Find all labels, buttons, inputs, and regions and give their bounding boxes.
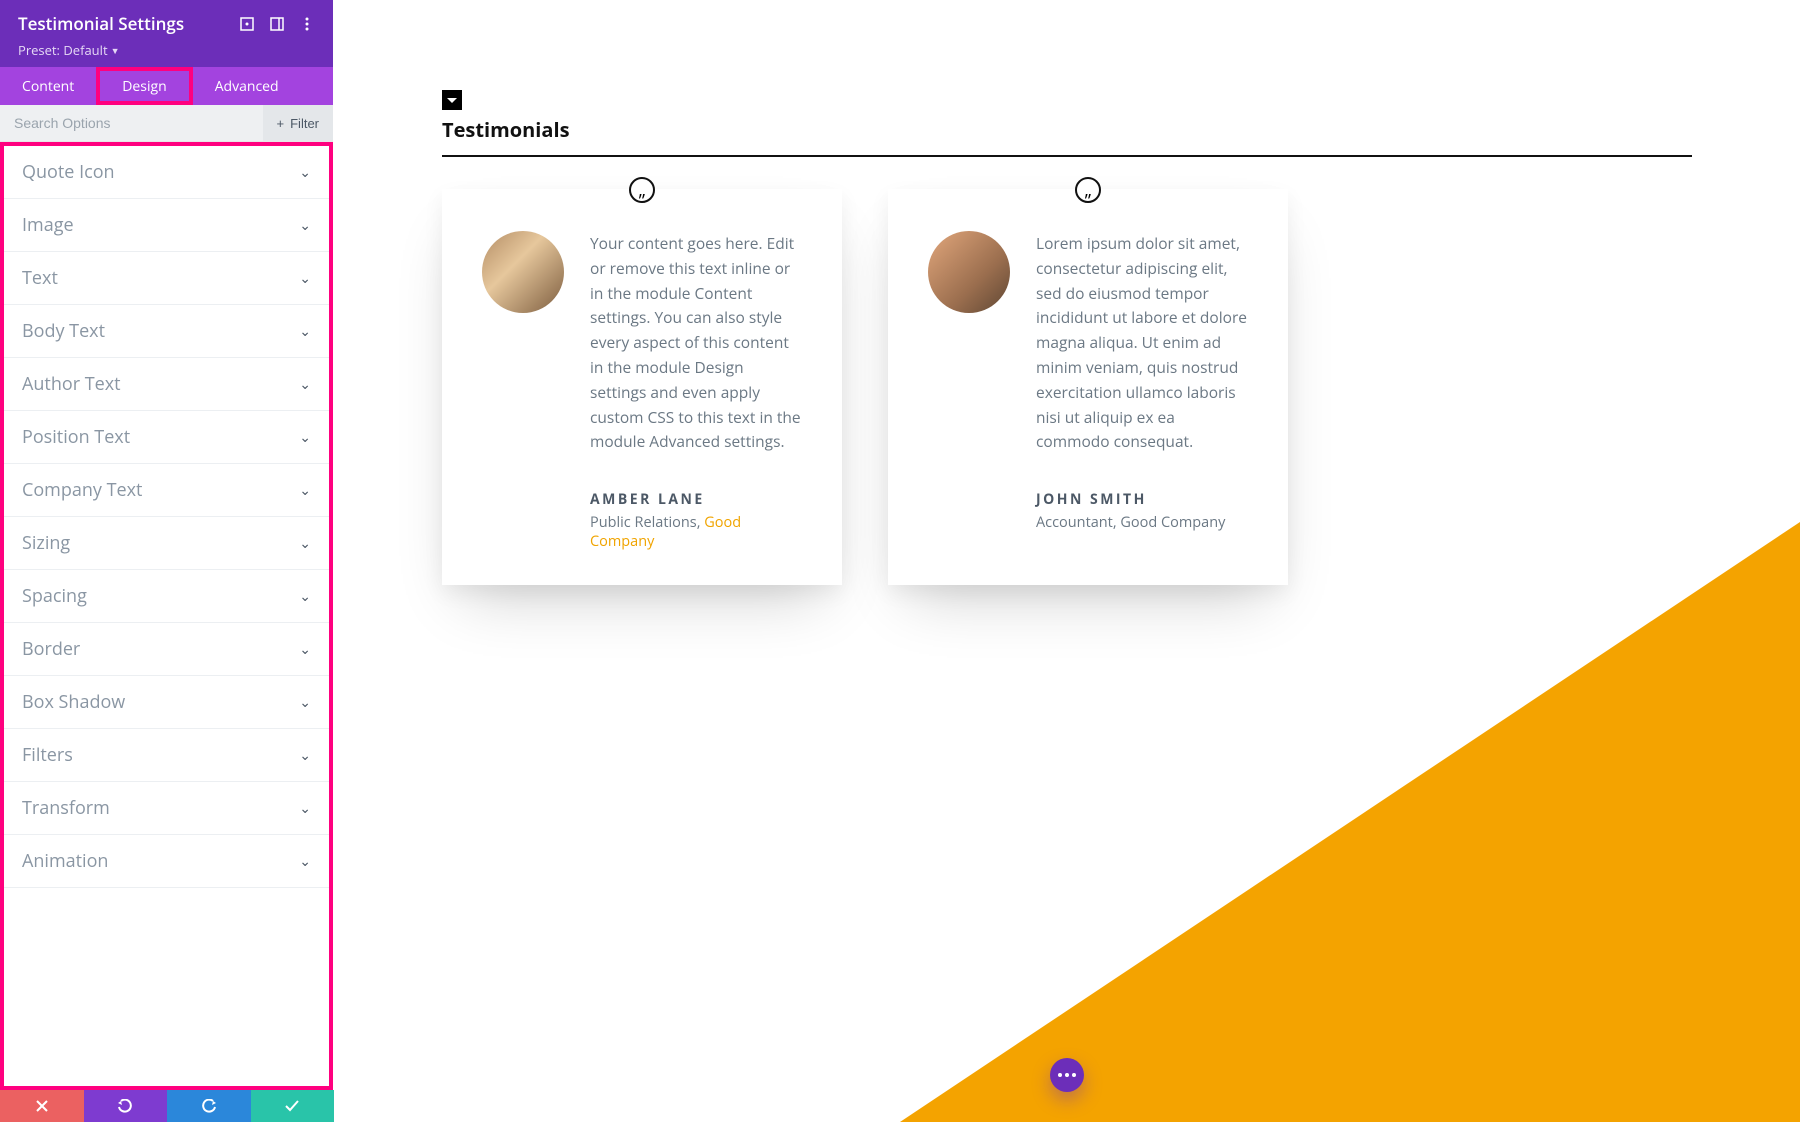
chevron-down-icon: ⌄	[299, 216, 311, 235]
testimonial-text[interactable]: Your content goes here. Edit or remove t…	[590, 231, 802, 454]
wireframe-icon[interactable]	[269, 16, 285, 32]
section-transform[interactable]: Transform⌄	[4, 782, 329, 835]
section-animation[interactable]: Animation⌄	[4, 835, 329, 888]
section-sizing[interactable]: Sizing⌄	[4, 517, 329, 570]
filter-label: Filter	[290, 116, 319, 131]
preview-area: Testimonials „ Your content goes here. E…	[334, 0, 1800, 1122]
floating-module-button[interactable]	[1050, 1058, 1084, 1092]
design-sections-list: Quote Icon⌄ Image⌄ Text⌄ Body Text⌄ Auth…	[0, 142, 333, 1090]
header-icons	[239, 16, 315, 32]
avatar	[482, 231, 564, 313]
section-body-text[interactable]: Body Text⌄	[4, 305, 329, 358]
preset-selector[interactable]: Preset: Default ▼	[18, 41, 315, 59]
chevron-down-icon: ⌄	[299, 799, 311, 818]
chevron-down-icon: ⌄	[299, 375, 311, 394]
panel-title: Testimonial Settings	[18, 12, 184, 35]
section-image[interactable]: Image⌄	[4, 199, 329, 252]
testimonial-position: Accountant	[1036, 513, 1113, 532]
testimonial-text[interactable]: Lorem ipsum dolor sit amet, consectetur …	[1036, 231, 1248, 454]
preview-section-title: Testimonials	[442, 116, 1692, 157]
chevron-down-icon: ⌄	[299, 269, 311, 288]
testimonial-author: AMBER LANE	[590, 490, 802, 509]
section-text[interactable]: Text⌄	[4, 252, 329, 305]
section-position-text[interactable]: Position Text⌄	[4, 411, 329, 464]
tab-advanced[interactable]: Advanced	[193, 67, 301, 105]
chevron-down-icon: ⌄	[299, 163, 311, 182]
cancel-button[interactable]	[0, 1090, 84, 1122]
chevron-down-icon: ⌄	[299, 640, 311, 659]
background-shape	[900, 522, 1800, 1122]
section-spacing[interactable]: Spacing⌄	[4, 570, 329, 623]
section-quote-icon[interactable]: Quote Icon⌄	[4, 146, 329, 199]
preset-label: Preset: Default	[18, 41, 108, 59]
testimonial-meta: Accountant, Good Company	[1036, 513, 1248, 532]
testimonial-company: Good Company	[1120, 513, 1225, 532]
testimonial-card[interactable]: „ Your content goes here. Edit or remove…	[442, 189, 842, 585]
search-input[interactable]	[0, 105, 263, 141]
redo-button[interactable]	[167, 1090, 251, 1122]
chevron-down-icon: ⌄	[299, 852, 311, 871]
section-border[interactable]: Border⌄	[4, 623, 329, 676]
chevron-down-icon: ⌄	[299, 693, 311, 712]
quote-icon: „	[1075, 177, 1101, 203]
expand-icon[interactable]	[239, 16, 255, 32]
chevron-down-icon: ⌄	[299, 587, 311, 606]
filter-button[interactable]: + Filter	[263, 105, 333, 141]
chevron-down-icon: ⌄	[299, 746, 311, 765]
card-body: Lorem ipsum dolor sit amet, consectetur …	[928, 231, 1248, 532]
chevron-down-icon: ⌄	[299, 322, 311, 341]
avatar	[928, 231, 1010, 313]
chevron-down-icon: ⌄	[299, 481, 311, 500]
tab-design[interactable]: Design	[96, 67, 192, 105]
caret-down-icon: ▼	[111, 44, 120, 57]
card-body: Your content goes here. Edit or remove t…	[482, 231, 802, 551]
tab-content[interactable]: Content	[0, 67, 96, 105]
plus-icon: +	[277, 116, 285, 131]
chevron-down-icon: ⌄	[299, 534, 311, 553]
save-button[interactable]	[251, 1090, 335, 1122]
section-box-shadow[interactable]: Box Shadow⌄	[4, 676, 329, 729]
action-bar	[0, 1090, 334, 1122]
chevron-down-icon: ⌄	[299, 428, 311, 447]
testimonial-position: Public Relations	[590, 513, 697, 532]
search-row: + Filter	[0, 105, 333, 142]
preview-content: Testimonials „ Your content goes here. E…	[334, 0, 1800, 585]
testimonial-author: JOHN SMITH	[1036, 490, 1248, 509]
section-filters[interactable]: Filters⌄	[4, 729, 329, 782]
section-company-text[interactable]: Company Text⌄	[4, 464, 329, 517]
title-dot-icon	[442, 90, 462, 110]
testimonial-card[interactable]: „ Lorem ipsum dolor sit amet, consectetu…	[888, 189, 1288, 585]
tabs-row: Content Design Advanced	[0, 67, 333, 105]
undo-button[interactable]	[84, 1090, 168, 1122]
settings-panel: Testimonial Settings Preset: Default ▼ C…	[0, 0, 334, 1090]
panel-header: Testimonial Settings Preset: Default ▼	[0, 0, 333, 67]
quote-icon: „	[629, 177, 655, 203]
testimonials-row: „ Your content goes here. Edit or remove…	[442, 189, 1692, 585]
section-author-text[interactable]: Author Text⌄	[4, 358, 329, 411]
more-icon[interactable]	[299, 16, 315, 32]
testimonial-meta: Public Relations, Good Company	[590, 513, 802, 551]
